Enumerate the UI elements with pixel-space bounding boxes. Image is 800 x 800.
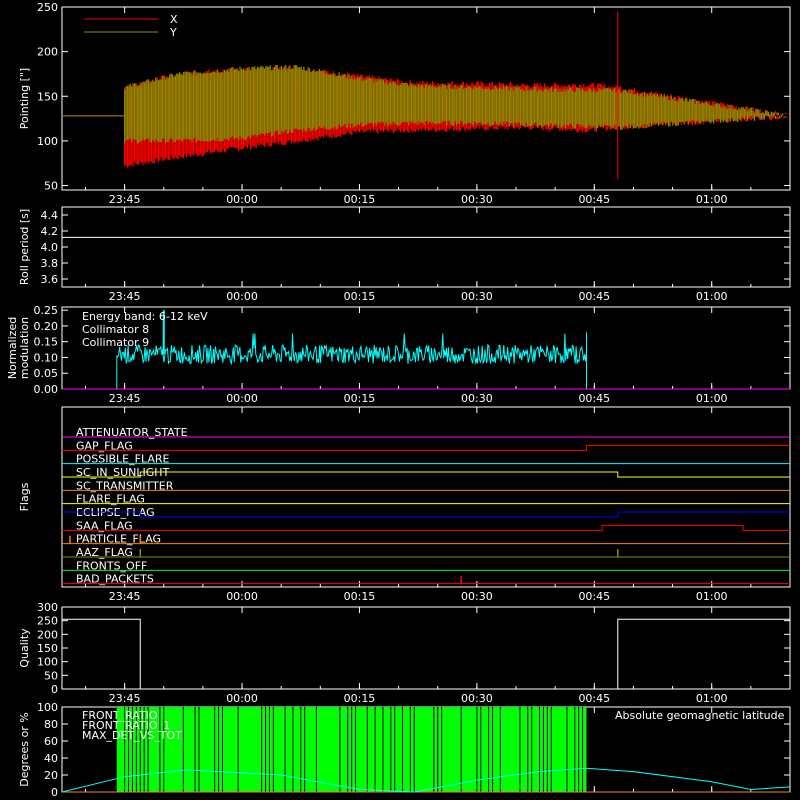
y-tick-label: 250 — [37, 615, 58, 628]
plot-canvas: 23:45 00:00 00:15 00:30 00:45 01:00 50 100 150 20… — [0, 0, 800, 800]
chart-svg: 23:45 00:00 00:15 00:30 00:45 01:005010015020… — [6, 1, 791, 799]
flag-line — [62, 524, 790, 531]
x-tick-label: 00:00 — [226, 290, 258, 303]
flag-line — [62, 471, 790, 478]
y-axis-label: Quality — [18, 628, 31, 668]
x-tick-label: 23:45 — [109, 193, 141, 206]
y-tick-label: 4.4 — [41, 209, 59, 222]
y-tick-label: 250 — [37, 1, 58, 14]
x-tick-label: 00:00 — [226, 193, 258, 206]
x-tick-label: 00:45 — [578, 692, 610, 705]
quality-line — [62, 618, 790, 690]
y-tick-label: 3.6 — [41, 273, 59, 286]
x-tick-label: 00:30 — [461, 590, 493, 603]
x-tick-label: 00:15 — [344, 290, 376, 303]
y-tick-label: 0.05 — [34, 367, 59, 380]
y-tick-label: 3.8 — [41, 257, 59, 270]
y-axis-label-line: modulation — [18, 317, 31, 379]
x-tick-label: 01:00 — [696, 290, 728, 303]
x-tick-label: 23:45 — [109, 692, 141, 705]
collimator-8-line — [116, 332, 588, 390]
y-axis-label: Roll period [s] — [18, 209, 31, 285]
x-tick-label: 00:45 — [578, 392, 610, 405]
y-tick-label: 50 — [44, 669, 58, 682]
y-tick-label: 0 — [51, 786, 58, 799]
x-tick-label: 00:00 — [226, 692, 258, 705]
y-tick-label: 60 — [44, 735, 58, 748]
y-tick-label: 100 — [37, 656, 58, 669]
x-tick-label: 00:15 — [344, 692, 376, 705]
y-axis-label: Degrees or % — [18, 712, 31, 786]
panel-frame — [61, 206, 791, 288]
flag-line — [62, 511, 790, 518]
y-tick-label: 150 — [37, 90, 58, 103]
y-tick-label: 20 — [44, 769, 58, 782]
x-tick-label: 00:00 — [226, 590, 258, 603]
x-tick-label: 00:30 — [461, 290, 493, 303]
y-tick-label: 0.20 — [34, 320, 59, 333]
x-tick-label: 00:45 — [578, 590, 610, 603]
y-tick-label: 4.0 — [41, 241, 59, 254]
x-tick-label: 00:45 — [578, 193, 610, 206]
legend-label-collimator-9: Collimator 9 — [82, 336, 149, 349]
y-tick-label: 0.00 — [34, 383, 59, 396]
y-tick-label: 0 — [51, 683, 58, 696]
legend-label-y: Y — [169, 26, 177, 39]
x-tick-label: 00:15 — [344, 590, 376, 603]
y-tick-label: 0.15 — [34, 336, 59, 349]
legend-label-collimator-8: Collimator 8 — [82, 323, 149, 336]
y-tick-label: 0.25 — [34, 304, 59, 317]
y-axis-label: Normalizedmodulation — [6, 317, 31, 379]
y-tick-label: 40 — [44, 752, 58, 765]
flag-line — [62, 444, 790, 451]
y-tick-label: 100 — [37, 701, 58, 714]
y-tick-label: 200 — [37, 628, 58, 641]
legend-label-max-det-vs-tot: MAX_DET_VS_TOT — [82, 729, 182, 742]
y-tick-label: 50 — [44, 180, 58, 193]
y-tick-label: 150 — [37, 642, 58, 655]
x-tick-label: 23:45 — [109, 392, 141, 405]
legend-label-x: X — [170, 13, 178, 26]
x-tick-label: 01:00 — [696, 392, 728, 405]
x-tick-label: 00:30 — [461, 193, 493, 206]
y-tick-label: 200 — [37, 46, 58, 59]
y-axis-label: Pointing ["] — [18, 68, 31, 129]
energy-band-label: Energy band: 6-12 keV — [82, 310, 208, 323]
x-tick-label: 01:00 — [696, 193, 728, 206]
x-tick-label: 00:30 — [461, 692, 493, 705]
x-tick-label: 00:15 — [344, 193, 376, 206]
x-tick-label: 01:00 — [696, 590, 728, 603]
x-tick-label: 00:30 — [461, 392, 493, 405]
y-tick-label: 80 — [44, 718, 58, 731]
y-axis-label: Flags — [18, 482, 31, 511]
x-tick-label: 23:45 — [109, 590, 141, 603]
latitude-label: Absolute geomagnetic latitude — [615, 709, 785, 722]
y-tick-label: 300 — [37, 601, 58, 614]
x-tick-label: 00:00 — [226, 392, 258, 405]
series-y-envelope — [62, 64, 791, 144]
x-tick-label: 01:00 — [696, 692, 728, 705]
y-axis-label-line: Normalized — [6, 317, 19, 379]
y-tick-label: 100 — [37, 135, 58, 148]
x-tick-label: 23:45 — [109, 290, 141, 303]
y-tick-label: 0.10 — [34, 351, 59, 364]
x-tick-label: 00:15 — [344, 392, 376, 405]
y-tick-label: 4.2 — [41, 225, 59, 238]
x-tick-label: 00:45 — [578, 290, 610, 303]
